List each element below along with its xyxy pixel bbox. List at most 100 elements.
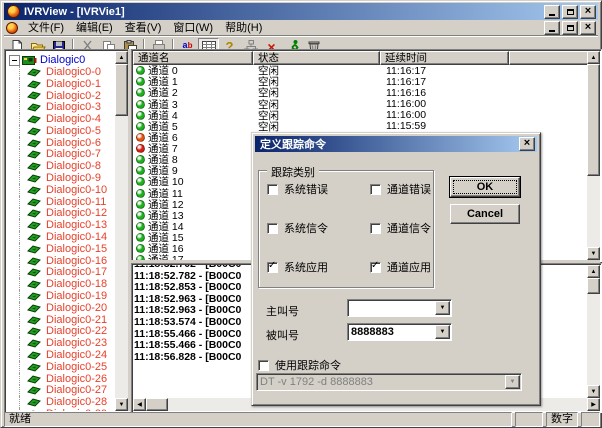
app-window: IVRView - [IVRVie1] × 文件(F)编辑(E)查看(V)窗口(… [0, 0, 602, 428]
tree-item[interactable]: Dialogic0-22 [6, 326, 115, 338]
tree-item[interactable]: Dialogic0-6 [6, 137, 115, 149]
tree-item[interactable]: Dialogic0-25 [6, 361, 115, 373]
scroll-thumb[interactable] [146, 398, 168, 411]
scroll-down-button[interactable]: ▼ [587, 247, 600, 260]
menu-item[interactable]: 帮助(H) [219, 21, 268, 35]
scroll-right-button[interactable]: ▶ [587, 398, 600, 411]
tree-item[interactable]: Dialogic0-29 [6, 408, 115, 411]
child-restore-button[interactable] [562, 21, 578, 35]
dropdown-button[interactable]: ▼ [435, 325, 450, 339]
scroll-thumb[interactable] [587, 64, 600, 176]
scroll-up-button[interactable]: ▲ [587, 265, 600, 278]
scroll-up-button[interactable]: ▲ [115, 51, 128, 64]
dialog-close-button[interactable]: × [519, 137, 535, 151]
tree-item[interactable]: Dialogic0-3 [6, 101, 115, 113]
tree-scrollbar[interactable]: ▲ ▼ [115, 51, 128, 411]
arrow-up-icon: ▲ [591, 269, 597, 275]
tree-item[interactable]: Dialogic0-27 [6, 385, 115, 397]
trace-type-checkbox[interactable]: 系统信令 [267, 220, 370, 236]
tree-item[interactable]: Dialogic0-18 [6, 278, 115, 290]
called-number-label: 被叫号 [266, 327, 299, 343]
tree-item[interactable]: Dialogic0-0 [6, 66, 115, 78]
menu-item[interactable]: 文件(F) [22, 21, 70, 35]
device-icon [27, 350, 42, 360]
trace-type-checkbox[interactable]: 通道应用 [370, 259, 431, 275]
trace-type-checkbox[interactable]: 通道信令 [370, 220, 431, 236]
device-icon [27, 197, 42, 207]
tree-item[interactable]: Dialogic0-15 [6, 243, 115, 255]
restore-button[interactable] [562, 5, 578, 19]
arrow-right-icon: ▶ [591, 402, 596, 408]
child-close-button[interactable]: × [580, 21, 596, 35]
called-number-combobox[interactable]: 8888883 ▼ [347, 323, 452, 341]
device-icon [27, 67, 42, 77]
scroll-thumb[interactable] [115, 64, 128, 116]
dropdown-button[interactable]: ▼ [435, 301, 450, 315]
tree-item[interactable]: Dialogic0-9 [6, 172, 115, 184]
device-icon [27, 267, 42, 277]
status-message: 就绪 [4, 412, 512, 427]
tree-item-label: Dialogic0-19 [46, 290, 107, 302]
tree-item[interactable]: Dialogic0-26 [6, 373, 115, 385]
window-title: IVRView - [IVRVie1] [24, 6, 540, 18]
table-scrollbar[interactable]: ▲ ▼ [587, 51, 600, 260]
tree-item-label: Dialogic0-1 [46, 78, 101, 90]
cancel-button[interactable]: Cancel [450, 204, 520, 224]
tree-item-label: Dialogic0-11 [46, 196, 106, 208]
tree-root-dialogic0[interactable]: Dialogic0 [9, 54, 115, 66]
tree-item-label: Dialogic0-14 [46, 231, 107, 243]
close-button[interactable]: × [580, 5, 596, 19]
use-trace-command-checkbox[interactable]: 使用跟踪命令 [258, 357, 341, 373]
arrow-down-icon: ▼ [591, 251, 597, 257]
tree-item[interactable]: Dialogic0-12 [6, 208, 115, 220]
log-vscrollbar[interactable]: ▲ ▼ [587, 265, 600, 398]
tree-root-label: Dialogic0 [40, 54, 85, 66]
scroll-left-button[interactable]: ◀ [133, 398, 146, 411]
scroll-thumb[interactable] [587, 278, 600, 294]
tree-item[interactable]: Dialogic0-4 [6, 113, 115, 125]
tree-item[interactable]: Dialogic0-14 [6, 231, 115, 243]
caller-number-combobox[interactable]: ▼ [347, 299, 452, 317]
tree-item[interactable]: Dialogic0-28 [6, 396, 115, 408]
tree-item[interactable]: Dialogic0-11 [6, 196, 115, 208]
scroll-up-button[interactable]: ▲ [587, 51, 600, 64]
tree-item[interactable]: Dialogic0-24 [6, 349, 115, 361]
tree-item[interactable]: Dialogic0-17 [6, 267, 115, 279]
menu-item[interactable]: 编辑(E) [70, 21, 119, 35]
tree-item[interactable]: Dialogic0-21 [6, 314, 115, 326]
child-minimize-button[interactable] [544, 21, 560, 35]
tree-item[interactable]: Dialogic0-20 [6, 302, 115, 314]
column-header-status[interactable]: 状态 [253, 51, 380, 65]
menu-item[interactable]: 窗口(W) [167, 21, 219, 35]
menu-item[interactable]: 查看(V) [119, 21, 168, 35]
status-panel-blank2 [581, 412, 600, 427]
tree-item[interactable]: Dialogic0-19 [6, 290, 115, 302]
device-icon [27, 244, 42, 254]
dialog-title-bar[interactable]: 定义跟踪命令 × [255, 136, 537, 152]
column-header-duration[interactable]: 延续时间 [380, 51, 509, 65]
tree-item-label: Dialogic0-4 [46, 113, 101, 125]
tree-item[interactable]: Dialogic0-16 [6, 255, 115, 267]
scroll-down-button[interactable]: ▼ [587, 385, 600, 398]
tree-item-label: Dialogic0-20 [46, 302, 107, 314]
collapse-icon[interactable] [9, 55, 20, 66]
tree-item[interactable]: Dialogic0-5 [6, 125, 115, 137]
tree-item[interactable]: Dialogic0-1 [6, 78, 115, 90]
tree-item[interactable]: Dialogic0-10 [6, 184, 115, 196]
dropdown-button-disabled: ▼ [505, 375, 520, 389]
device-icon [27, 338, 42, 348]
minimize-button[interactable] [544, 5, 560, 19]
tree-item[interactable]: Dialogic0-23 [6, 337, 115, 349]
trace-type-checkbox[interactable]: 通道错误 [370, 181, 431, 197]
scroll-down-button[interactable]: ▼ [115, 398, 128, 411]
column-header-name[interactable]: 通道名 [133, 51, 253, 65]
tree-item[interactable]: Dialogic0-7 [6, 149, 115, 161]
trace-type-checkbox[interactable]: 系统应用 [267, 259, 370, 275]
tree-item-label: Dialogic0-10 [46, 184, 107, 196]
tree-item[interactable]: Dialogic0-8 [6, 160, 115, 172]
tree-item[interactable]: Dialogic0-2 [6, 90, 115, 102]
title-bar[interactable]: IVRView - [IVRVie1] × [4, 3, 598, 20]
tree-item[interactable]: Dialogic0-13 [6, 219, 115, 231]
trace-type-checkbox[interactable]: 系统错误 [267, 181, 370, 197]
ok-button[interactable]: OK [450, 177, 520, 197]
